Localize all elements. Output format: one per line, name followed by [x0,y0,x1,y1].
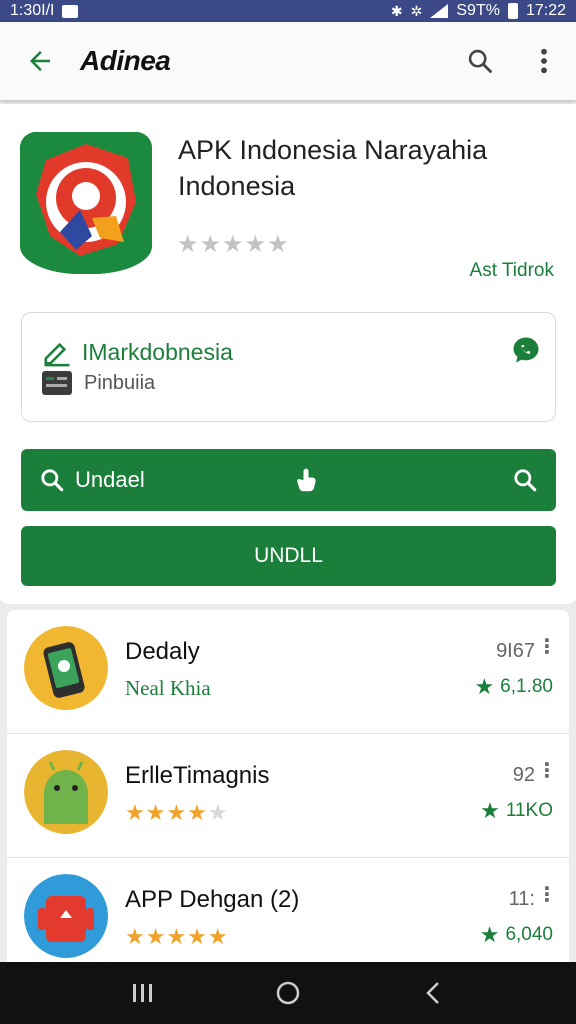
search-download-button[interactable]: Undael [21,449,556,511]
home-circle-icon [276,981,300,1005]
item-count: 9I67 [496,640,535,662]
settings-icon: ✲ [410,2,423,19]
chat-icon [513,337,539,363]
star-icon: ★ [474,674,495,699]
item-count: 11: [508,888,535,910]
info-primary: IMarkdobnesia [82,338,233,365]
search-button[interactable] [448,22,512,100]
item-rating: ★ 6,1.80 [474,674,553,700]
star-icon: ★ [480,798,500,823]
recents-button[interactable] [113,968,173,1018]
status-time-right: 17:22 [525,2,566,19]
signal-icon [430,4,449,18]
info-box[interactable]: IMarkdobnesia Pinbuiia [21,312,556,422]
battery-percent: S9T% [456,2,500,19]
bluetooth-icon: ✱ [390,2,403,19]
search-icon-right [514,469,537,492]
developer-link[interactable]: Ast Tidrok [470,260,554,282]
item-more-icon[interactable]: ⋮ [537,761,557,781]
item-name: ErlleTimagnis [125,762,270,789]
item-more-icon[interactable]: ⋮ [537,637,557,657]
app-logo-icon [20,132,152,274]
battery-icon [507,3,518,19]
pencil-icon [44,342,70,367]
back-nav-button[interactable] [403,968,463,1018]
recents-icon [132,984,152,1002]
item-stars: ★★★★★ [125,800,229,825]
item-stars: ★★★★★ [125,924,229,949]
system-nav-bar [0,962,576,1024]
install-button[interactable]: UNDLL [21,526,556,586]
notification-icon [62,4,79,18]
app-rating-stars: ★★★★★ [177,231,290,258]
hand-pointer-icon [297,468,316,492]
overflow-menu-button[interactable] [512,22,576,100]
status-time-left: 1:30I/I [10,2,55,19]
item-count: 92 [512,764,535,786]
home-button[interactable] [258,968,318,1018]
app-detail-card: APK Indonesia Narayahia Indonesia ★★★★★ … [0,104,576,604]
item-rating-value: 6,040 [505,924,553,945]
list-item[interactable]: ErlleTimagnis ★★★★★ 92 ⋮ ★ 11KO [7,734,569,858]
item-name: Dedaly [125,638,200,665]
list-item[interactable]: Dedaly Neal Khia 9I67 ⋮ ★ 6,1.80 [7,610,569,734]
app-bar: Adinea [0,22,576,100]
document-icon [42,371,72,395]
item-rating: ★ 6,040 [480,922,553,948]
arrow-back-icon [30,51,50,71]
item-rating-value: 6,1.80 [500,676,553,697]
more-vert-icon [541,48,547,74]
related-apps-list: Dedaly Neal Khia 9I67 ⋮ ★ 6,1.80 ErlleTi… [7,610,569,965]
robot-app-icon [24,874,108,958]
chat-button[interactable] [511,335,541,370]
search-icon [41,469,64,492]
back-button[interactable] [0,22,80,100]
item-subtitle: Neal Khia [125,676,211,700]
android-app-icon [24,750,108,834]
search-icon [468,49,492,73]
page-title: Adinea [80,45,171,76]
list-item[interactable]: APP Dehgan (2) ★★★★★ 11: ⋮ ★ 6,040 [7,858,569,965]
search-download-label: Undael [75,467,145,492]
app-name: APK Indonesia Narayahia Indonesia [178,135,488,201]
phone-app-icon [24,626,108,710]
status-bar: 1:30I/I ✱ ✲ S9T% 17:22 [0,0,576,22]
item-name: APP Dehgan (2) [125,886,300,913]
item-more-icon[interactable]: ⋮ [537,885,557,905]
star-icon: ★ [479,922,500,947]
item-rating-value: 11KO [505,800,553,821]
chevron-left-icon [426,982,440,1004]
info-secondary: Pinbuiia [84,371,156,394]
item-rating: ★ 11KO [480,798,553,824]
